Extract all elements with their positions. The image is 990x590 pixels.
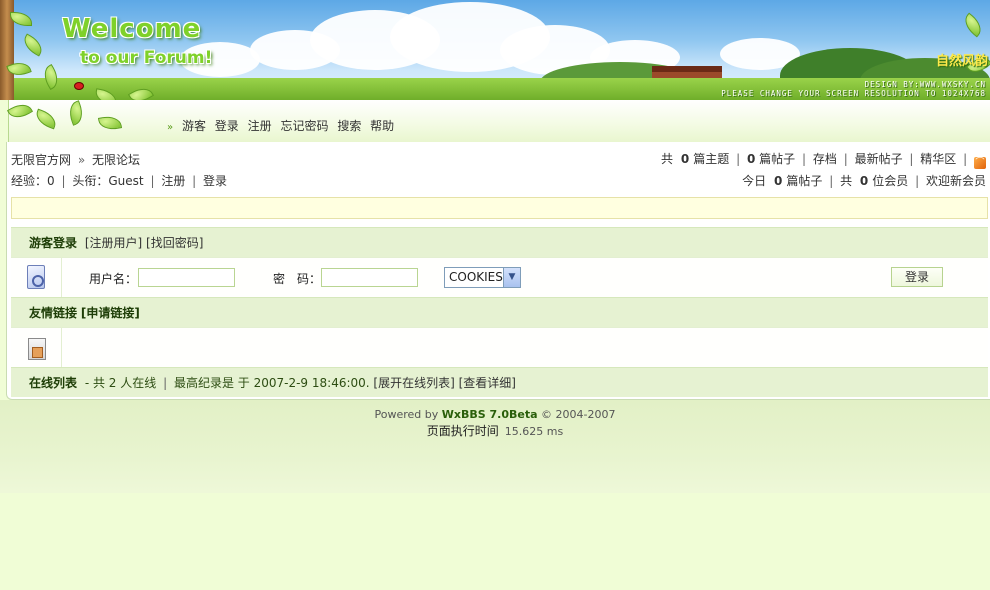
recover-password-link[interactable]: [找回密码] [146, 236, 203, 250]
today-posts-label: 篇帖子 [786, 174, 823, 188]
nav-help[interactable]: 帮助 [370, 119, 394, 133]
leaf-decoration [65, 100, 87, 126]
nav-forgot-password[interactable]: 忘记密码 [280, 119, 328, 133]
username-input[interactable] [138, 268, 235, 287]
breadcrumb-separator: » [77, 153, 86, 167]
banner-subtitle: to our Forum! [80, 48, 213, 68]
stats-posts-count: 0 [746, 152, 756, 166]
guest-login-row: 用户名： 密 码： COOKIES ▼ 登录 [11, 257, 988, 297]
stats-posts-label: 篇帖子 [759, 152, 796, 166]
powered-prefix: Powered by [374, 408, 439, 421]
leaf-decoration [97, 114, 123, 132]
exec-label: 页面执行时间 [426, 424, 499, 438]
chevron-down-icon[interactable]: ▼ [503, 268, 520, 287]
register-link[interactable]: 注册 [161, 174, 185, 188]
apply-link[interactable]: [申请链接] [81, 306, 140, 320]
stats-total-prefix: 共 [661, 152, 674, 166]
banner-design-credit: DESIGN BY:WWW.WXSKY.CN [864, 80, 986, 89]
banner-welcome-title: Welcome [62, 14, 202, 44]
digest-link[interactable]: 精华区 [920, 152, 956, 166]
login-link[interactable]: 登录 [203, 174, 227, 188]
guest-login-header: 游客登录 [注册用户] [找回密码] [11, 227, 988, 257]
stats-topics-count: 0 [680, 152, 690, 166]
links-icon-cell [11, 328, 62, 367]
title-value: Guest [108, 174, 144, 188]
stats-topics-label: 篇主题 [693, 152, 730, 166]
leaf-decoration [960, 12, 986, 38]
today-posts-count: 0 [773, 174, 783, 188]
online-summary: - 共 2 人在线 [84, 376, 157, 390]
register-user-link[interactable]: [注册用户] [85, 236, 142, 250]
exec-time: 页面执行时间 15.625 ms [0, 422, 990, 439]
product-name: WxBBS 7.0Beta [441, 408, 538, 421]
today-prefix: 今日 [742, 174, 767, 188]
expand-online-link[interactable]: [展开在线列表] [373, 376, 454, 390]
members-count: 0 [859, 174, 869, 188]
breadcrumb: 无限官方网 » 无限论坛 [11, 151, 140, 168]
leaf-decoration [6, 99, 34, 123]
members-label: 位会员 [872, 174, 909, 188]
copyright: © 2004-2007 [541, 408, 616, 421]
product-link[interactable]: WxBBS 7.0Beta [442, 408, 538, 421]
main-panel: 无限官方网 » 无限论坛 共 0 篇主题 | 0 篇帖子 | 存档 | 最新帖子 … [6, 142, 990, 400]
friend-links-header: 友情链接 [申请链接] [11, 297, 988, 327]
friend-links-row [11, 327, 988, 367]
exec-value: 15.625 ms [504, 425, 564, 438]
banner-brand-text: 自然风韵 [935, 54, 988, 69]
latest-posts-link[interactable]: 最新帖子 [855, 152, 903, 166]
online-record: 最高纪录是 于 2007-2-9 18:46:00. [173, 376, 370, 390]
home-icon [28, 338, 46, 360]
members-prefix: 共 [840, 174, 853, 188]
cookies-select[interactable]: COOKIES ▼ [444, 267, 521, 288]
nav-register[interactable]: 注册 [248, 119, 272, 133]
friend-links-title: 友情链接 [29, 306, 78, 320]
archive-link[interactable]: 存档 [813, 152, 837, 166]
leaf-decoration [33, 108, 59, 130]
title-label: 头衔： [72, 174, 109, 188]
welcome-new-member-link[interactable]: 欢迎新会员 [926, 174, 986, 188]
rss-icon[interactable]: ⌒ [974, 157, 986, 169]
nav-login[interactable]: 登录 [215, 119, 239, 133]
breadcrumb-forum[interactable]: 无限论坛 [92, 153, 140, 167]
top-nav-bar: » 游客 登录 注册 忘记密码 搜索 帮助 [6, 99, 990, 142]
password-label: 密 码： [273, 272, 322, 286]
page-footer: Powered by WxBBS 7.0Beta © 2004-2007 页面执… [0, 400, 990, 493]
banner-resolution-note: PLEASE CHANGE YOUR SCREEN RESOLUTION TO … [721, 89, 986, 98]
online-list-title: 在线列表 [29, 376, 78, 390]
breadcrumb-home[interactable]: 无限官方网 [11, 153, 71, 167]
user-info: 经验：0 | 头衔：Guest | 注册 | 登录 [11, 174, 228, 188]
ladybug-icon [74, 82, 84, 90]
login-button[interactable]: 登录 [891, 267, 943, 287]
forum-stats: 共 0 篇主题 | 0 篇帖子 | 存档 | 最新帖子 | 精华区 | ⌒ [661, 152, 986, 169]
exp-label: 经验： [11, 174, 48, 188]
exp-value: 0 [47, 174, 55, 188]
password-input[interactable] [321, 268, 418, 287]
nav-guest[interactable]: 游客 [182, 119, 206, 133]
doc-icon [27, 265, 45, 289]
cookies-select-value: COOKIES [449, 270, 503, 284]
notice-bar [11, 197, 988, 219]
nav-menu: » 游客 登录 注册 忘记密码 搜索 帮助 [167, 117, 394, 134]
powered-by: Powered by WxBBS 7.0Beta © 2004-2007 [0, 408, 990, 421]
today-stats: 今日 0 篇帖子 | 共 0 位会员 | 欢迎新会员 [742, 174, 986, 188]
view-details-link[interactable]: [查看详细] [459, 376, 516, 390]
nav-search[interactable]: 搜索 [337, 119, 361, 133]
forum-banner: Welcome to our Forum! 自然风韵 DESIGN BY:WWW… [0, 0, 990, 100]
leaf-decoration [19, 33, 47, 57]
username-label: 用户名： [89, 272, 138, 286]
online-list-header: 在线列表 - 共 2 人在线 | 最高纪录是 于 2007-2-9 18:46:… [11, 367, 988, 397]
guest-login-title: 游客登录 [29, 236, 78, 250]
login-icon-cell [11, 258, 62, 297]
nav-arrow-icon: » [167, 122, 174, 133]
